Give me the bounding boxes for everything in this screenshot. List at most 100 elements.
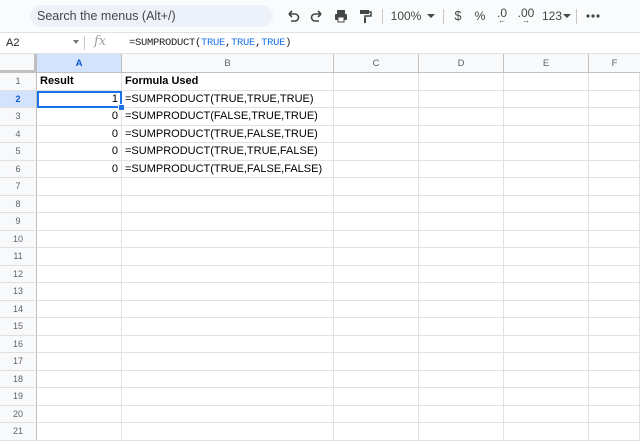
cell-b4[interactable]: =SUMPRODUCT(TRUE,FALSE,TRUE) <box>122 125 334 143</box>
cell-f13[interactable] <box>589 283 640 301</box>
cell-f12[interactable] <box>589 265 640 283</box>
cell-f19[interactable] <box>589 388 640 406</box>
more-options-icon[interactable] <box>584 5 602 27</box>
cell-d15[interactable] <box>419 318 504 336</box>
cell-f20[interactable] <box>589 405 640 423</box>
cell-d6[interactable] <box>419 160 504 178</box>
cell-d3[interactable] <box>419 108 504 126</box>
cell-f21[interactable] <box>589 423 640 441</box>
cell-e3[interactable] <box>504 108 589 126</box>
row-header-16[interactable]: 16 <box>0 335 37 353</box>
cell-f6[interactable] <box>589 160 640 178</box>
cell-c17[interactable] <box>334 353 419 371</box>
cell-d12[interactable] <box>419 265 504 283</box>
zoom-chevron-down-icon[interactable] <box>425 5 437 27</box>
cell-e21[interactable] <box>504 423 589 441</box>
row-header-11[interactable]: 11 <box>0 248 37 266</box>
cell-d4[interactable] <box>419 125 504 143</box>
cell-a12[interactable] <box>37 265 122 283</box>
cell-c9[interactable] <box>334 213 419 231</box>
undo-icon[interactable] <box>283 5 303 27</box>
cell-a2[interactable]: 1 <box>37 90 122 108</box>
row-header-10[interactable]: 10 <box>0 230 37 248</box>
cell-c15[interactable] <box>334 318 419 336</box>
row-header-8[interactable]: 8 <box>0 195 37 213</box>
cell-a5[interactable]: 0 <box>37 143 122 161</box>
cell-c10[interactable] <box>334 230 419 248</box>
cell-a10[interactable] <box>37 230 122 248</box>
cell-a4[interactable]: 0 <box>37 125 122 143</box>
row-header-12[interactable]: 12 <box>0 265 37 283</box>
column-header-f[interactable]: F <box>589 54 640 73</box>
cell-b10[interactable] <box>122 230 334 248</box>
cell-c7[interactable] <box>334 178 419 196</box>
cell-a19[interactable] <box>37 388 122 406</box>
cell-c21[interactable] <box>334 423 419 441</box>
redo-icon[interactable] <box>307 5 327 27</box>
paint-format-icon[interactable] <box>355 5 375 27</box>
fill-handle[interactable] <box>118 104 125 111</box>
row-header-7[interactable]: 7 <box>0 178 37 196</box>
column-header-d[interactable]: D <box>419 54 504 73</box>
cell-e9[interactable] <box>504 213 589 231</box>
cell-c6[interactable] <box>334 160 419 178</box>
cell-b18[interactable] <box>122 370 334 388</box>
cell-d16[interactable] <box>419 335 504 353</box>
cell-b20[interactable] <box>122 405 334 423</box>
name-box[interactable]: A2 <box>6 33 19 53</box>
row-header-13[interactable]: 13 <box>0 283 37 301</box>
cell-b15[interactable] <box>122 318 334 336</box>
cell-d13[interactable] <box>419 283 504 301</box>
cell-b9[interactable] <box>122 213 334 231</box>
cell-e8[interactable] <box>504 195 589 213</box>
cell-b3[interactable]: =SUMPRODUCT(FALSE,TRUE,TRUE) <box>122 108 334 126</box>
cell-e14[interactable] <box>504 300 589 318</box>
cell-d8[interactable] <box>419 195 504 213</box>
cell-b16[interactable] <box>122 335 334 353</box>
cell-f1[interactable] <box>589 73 640 91</box>
cell-f8[interactable] <box>589 195 640 213</box>
cell-a15[interactable] <box>37 318 122 336</box>
cell-f3[interactable] <box>589 108 640 126</box>
cell-c8[interactable] <box>334 195 419 213</box>
row-header-20[interactable]: 20 <box>0 405 37 423</box>
row-header-2[interactable]: 2 <box>0 90 37 108</box>
cell-b6[interactable]: =SUMPRODUCT(TRUE,FALSE,FALSE) <box>122 160 334 178</box>
cell-a17[interactable] <box>37 353 122 371</box>
percent-format-button[interactable]: % <box>473 5 487 27</box>
cell-d9[interactable] <box>419 213 504 231</box>
cell-f18[interactable] <box>589 370 640 388</box>
name-box-chevron-down-icon[interactable] <box>73 40 79 44</box>
cell-f14[interactable] <box>589 300 640 318</box>
cell-e12[interactable] <box>504 265 589 283</box>
row-header-6[interactable]: 6 <box>0 160 37 178</box>
cell-e19[interactable] <box>504 388 589 406</box>
cell-a1[interactable]: Result <box>37 73 122 91</box>
cell-a13[interactable] <box>37 283 122 301</box>
row-header-17[interactable]: 17 <box>0 353 37 371</box>
cell-b7[interactable] <box>122 178 334 196</box>
cell-e20[interactable] <box>504 405 589 423</box>
cell-c4[interactable] <box>334 125 419 143</box>
cell-a21[interactable] <box>37 423 122 441</box>
cell-e2[interactable] <box>504 90 589 108</box>
cell-a20[interactable] <box>37 405 122 423</box>
cell-c20[interactable] <box>334 405 419 423</box>
cell-e6[interactable] <box>504 160 589 178</box>
cell-a14[interactable] <box>37 300 122 318</box>
cell-d2[interactable] <box>419 90 504 108</box>
cell-c2[interactable] <box>334 90 419 108</box>
cell-d17[interactable] <box>419 353 504 371</box>
zoom-select[interactable]: 100% <box>389 5 423 27</box>
cell-e18[interactable] <box>504 370 589 388</box>
cell-d14[interactable] <box>419 300 504 318</box>
cell-b5[interactable]: =SUMPRODUCT(TRUE,TRUE,FALSE) <box>122 143 334 161</box>
cell-d5[interactable] <box>419 143 504 161</box>
row-header-5[interactable]: 5 <box>0 143 37 161</box>
cell-e5[interactable] <box>504 143 589 161</box>
cell-a18[interactable] <box>37 370 122 388</box>
cell-a6[interactable]: 0 <box>37 160 122 178</box>
cell-d20[interactable] <box>419 405 504 423</box>
cell-b8[interactable] <box>122 195 334 213</box>
cell-c3[interactable] <box>334 108 419 126</box>
